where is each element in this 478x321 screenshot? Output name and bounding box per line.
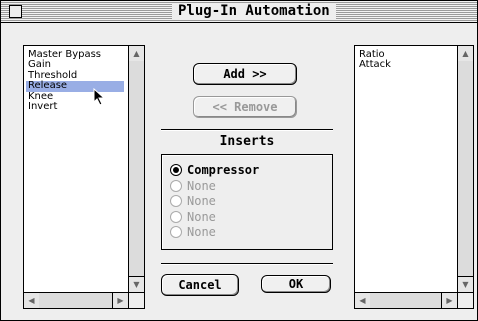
arrow-right-icon[interactable]: ▶	[441, 293, 457, 308]
arrow-up-icon[interactable]: ▲	[458, 46, 473, 61]
automated-parameters-list[interactable]: Ratio Attack ▲ ▼ ◀ ▶	[354, 45, 474, 309]
scroll-corner	[128, 292, 144, 308]
radio-unchecked-icon[interactable]	[170, 226, 182, 238]
insert-option-label: None	[187, 225, 216, 239]
radio-unchecked-icon[interactable]	[170, 179, 182, 192]
horizontal-scrollbar[interactable]: ◀ ▶	[24, 292, 128, 308]
insert-radio-option[interactable]: None	[170, 225, 216, 239]
arrow-right-icon[interactable]: ▶	[112, 293, 128, 308]
insert-radio-option[interactable]: None	[170, 210, 216, 224]
arrow-left-icon[interactable]: ◀	[355, 293, 370, 308]
automated-parameters-items: Ratio Attack	[357, 49, 453, 71]
insert-radio-option[interactable]: Compressor	[170, 163, 259, 177]
insert-radio-option[interactable]: None	[170, 194, 216, 208]
mouse-pointer-icon	[93, 88, 106, 106]
vertical-scrollbar[interactable]: ▲ ▼	[128, 46, 144, 292]
insert-option-label: None	[187, 194, 216, 208]
radio-checked-icon[interactable]	[170, 164, 182, 176]
inserts-title: Inserts	[219, 134, 275, 149]
radio-unchecked-icon[interactable]	[170, 195, 182, 207]
arrow-down-icon[interactable]: ▼	[129, 276, 144, 292]
insert-option-label: Compressor	[187, 163, 260, 177]
arrow-down-icon[interactable]: ▼	[458, 276, 473, 292]
radio-dot-icon	[173, 167, 179, 173]
close-box-icon[interactable]	[9, 5, 22, 18]
arrow-left-icon[interactable]: ◀	[24, 293, 39, 308]
divider-highlight	[161, 264, 333, 265]
list-item[interactable]: Invert	[26, 101, 124, 112]
insert-option-label: None	[187, 178, 216, 193]
scroll-corner	[457, 292, 473, 308]
arrow-up-icon[interactable]: ▲	[129, 46, 144, 61]
available-parameters-list[interactable]: Master Bypass Gain Threshold Release Knee Inv…	[23, 45, 145, 309]
radio-unchecked-icon[interactable]	[170, 210, 182, 223]
insert-option-label: None	[187, 209, 216, 224]
plugin-automation-dialog: Plug-In Automation Master Bypass Gain Thre…	[0, 0, 478, 321]
horizontal-scrollbar[interactable]: ◀ ▶	[355, 292, 457, 308]
inserts-group: Compressor None None None None	[161, 154, 333, 250]
list-item[interactable]: Release	[26, 80, 124, 92]
vertical-scrollbar[interactable]: ▲ ▼	[457, 46, 473, 292]
remove-button[interactable]: << Remove	[193, 96, 297, 118]
window-title: Plug-In Automation	[172, 3, 336, 20]
title-bar[interactable]: Plug-In Automation	[1, 1, 477, 23]
list-item[interactable]: Attack	[357, 60, 453, 70]
available-parameters-items: Master Bypass Gain Threshold Release Knee Inv…	[26, 49, 124, 112]
insert-radio-option[interactable]: None	[170, 179, 216, 193]
cancel-button[interactable]: Cancel	[161, 274, 239, 296]
divider-highlight	[161, 130, 333, 131]
ok-button[interactable]: OK	[261, 275, 331, 293]
add-button[interactable]: Add >>	[193, 63, 297, 85]
